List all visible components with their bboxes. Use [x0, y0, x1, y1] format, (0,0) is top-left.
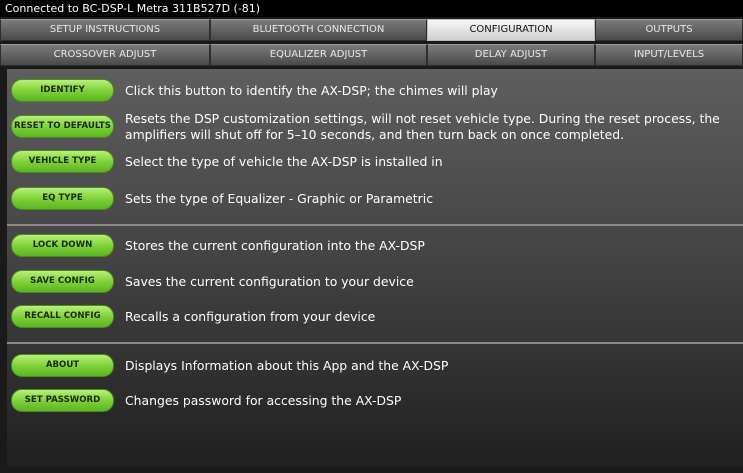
eq-type-button[interactable]: EQ TYPE	[11, 187, 114, 210]
recall-config-button[interactable]: RECALL CONFIG	[11, 305, 114, 328]
tab-input-levels[interactable]: INPUT/LEVELS	[595, 44, 743, 66]
save-config-button[interactable]: SAVE CONFIG	[11, 270, 114, 293]
identify-description: Click this button to identify the AX-DSP…	[125, 83, 498, 98]
about-button[interactable]: ABOUT	[11, 354, 114, 377]
set-password-description: Changes password for accessing the AX-DS…	[125, 393, 402, 408]
tab-setup-instructions[interactable]: SETUP INSTRUCTIONS	[0, 19, 210, 41]
tab-row-secondary: CROSSOVER ADJUST EQUALIZER ADJUST DELAY …	[0, 44, 743, 66]
tab-delay-adjust[interactable]: DELAY ADJUST	[427, 44, 595, 66]
vehicle-type-button[interactable]: VEHICLE TYPE	[11, 150, 114, 173]
lock-down-button[interactable]: LOCK DOWN	[11, 234, 114, 257]
tab-bluetooth-connection[interactable]: BLUETOOTH CONNECTION	[210, 19, 427, 41]
tab-configuration[interactable]: CONFIGURATION	[427, 19, 595, 41]
reset-to-defaults-button[interactable]: RESET TO DEFAULTS	[11, 115, 114, 138]
save-config-description: Saves the current configuration to your …	[125, 274, 414, 289]
section-divider	[7, 342, 743, 344]
vehicle-type-description: Select the type of vehicle the AX-DSP is…	[125, 154, 443, 169]
about-description: Displays Information about this App and …	[125, 358, 449, 373]
tab-crossover-adjust[interactable]: CROSSOVER ADJUST	[0, 44, 210, 66]
tab-outputs[interactable]: OUTPUTS	[595, 19, 743, 41]
connection-status-bar: Connected to BC-DSP-L Metra 311B527D (-8…	[0, 0, 743, 17]
section-divider	[7, 224, 743, 226]
reset-description-line2: amplifiers will shut off for 5–10 second…	[125, 127, 625, 142]
recall-config-description: Recalls a configuration from your device	[125, 309, 376, 324]
tab-equalizer-adjust[interactable]: EQUALIZER ADJUST	[210, 44, 427, 66]
eq-type-description: Sets the type of Equalizer - Graphic or …	[125, 191, 434, 206]
configuration-panel: IDENTIFY Click this button to identify t…	[7, 69, 743, 467]
set-password-button[interactable]: SET PASSWORD	[11, 389, 114, 412]
lock-down-description: Stores the current configuration into th…	[125, 238, 425, 253]
identify-button[interactable]: IDENTIFY	[11, 79, 114, 102]
reset-description-line1: Resets the DSP customization settings, w…	[125, 111, 720, 126]
tab-row-primary: SETUP INSTRUCTIONS BLUETOOTH CONNECTION …	[0, 19, 743, 41]
